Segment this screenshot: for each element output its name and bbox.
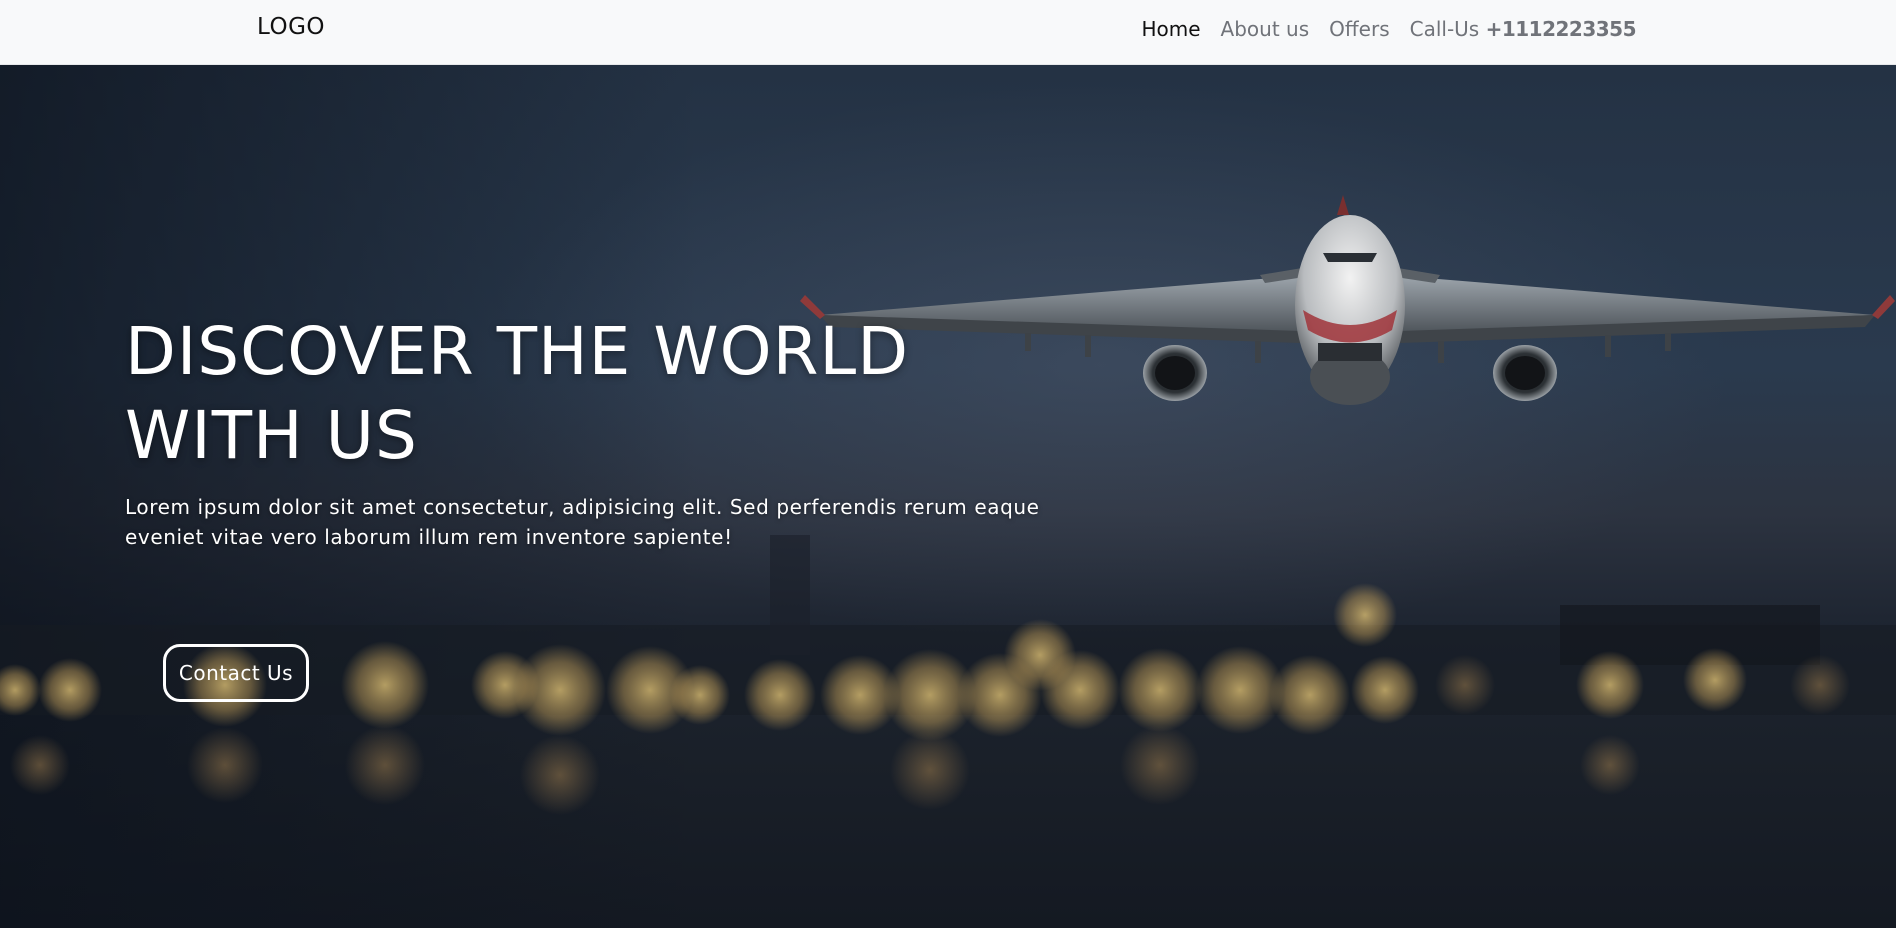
hero-title-line-2: WITH US: [125, 397, 418, 474]
phone-number: +1112223355: [1485, 17, 1637, 41]
nav-link-about[interactable]: About us: [1221, 17, 1310, 41]
contact-us-button[interactable]: Contact Us: [163, 644, 309, 702]
hero-content: DISCOVER THE WORLD WITH US Lorem ipsum do…: [125, 310, 1085, 702]
nav-menu: Home About us Offers Call-Us +1112223355: [1141, 17, 1636, 41]
nav-link-offers[interactable]: Offers: [1329, 17, 1389, 41]
hero-description: Lorem ipsum dolor sit amet consectetur, …: [125, 495, 1040, 549]
call-label: Call-Us: [1409, 17, 1486, 41]
nav-link-home[interactable]: Home: [1141, 17, 1200, 41]
hero-title-line-1: DISCOVER THE WORLD: [125, 313, 910, 390]
nav-link-call[interactable]: Call-Us +1112223355: [1409, 17, 1637, 41]
hero-section: DISCOVER THE WORLD WITH US Lorem ipsum do…: [0, 65, 1896, 928]
top-navbar: LOGO Home About us Offers Call-Us +11122…: [0, 0, 1896, 65]
logo[interactable]: LOGO: [257, 14, 325, 40]
hero-title: DISCOVER THE WORLD WITH US: [125, 310, 945, 478]
